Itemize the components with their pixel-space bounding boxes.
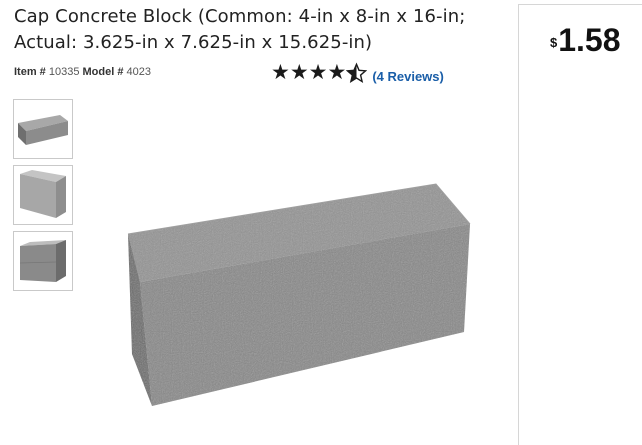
price-panel [518,4,642,445]
concrete-block-image [127,183,471,406]
item-number: 10335 [48,66,80,78]
model-number: 4023 [126,66,152,78]
thumbnail-front[interactable] [13,99,73,159]
reviews-link[interactable]: (4 Reviews) [372,69,444,84]
item-label: Item # [14,66,46,78]
product-rating[interactable]: ★ ★ ★ ★ (4 Reviews) [271,62,444,89]
product-title: Cap Concrete Block (Common: 4-in x 8-in … [14,6,466,53]
image-thumbnails [13,99,73,297]
item-model-info: Item # 10335 Model # 4023 [14,66,151,78]
star-rating: ★ ★ ★ ★ [271,61,368,89]
block-angle-icon [20,170,66,218]
product-main-image [118,178,478,419]
star-half-icon [346,62,368,89]
star-full-icon: ★ [327,61,347,84]
thumbnail-angle[interactable] [13,165,73,225]
star-full-icon: ★ [289,61,309,84]
block-stacked-icon [19,240,66,282]
price-amount: 1.58 [558,22,621,58]
currency-symbol: $ [550,35,558,50]
star-full-icon: ★ [271,61,290,84]
star-full-icon: ★ [308,61,328,84]
thumbnail-stacked[interactable] [13,231,73,291]
price: $1.58 [550,22,621,58]
block-front-icon [18,115,68,145]
model-label: Model # [82,66,124,78]
